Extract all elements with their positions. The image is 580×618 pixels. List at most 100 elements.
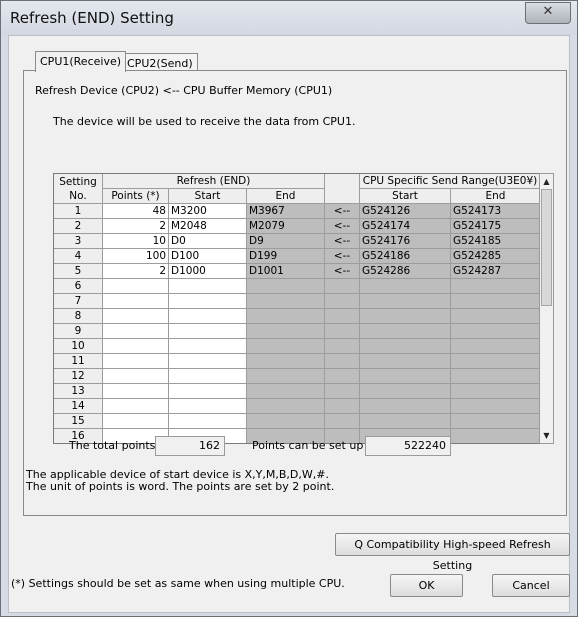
table-scrollbar[interactable]: ▲ ▼ (539, 173, 554, 444)
cell-cpu-end (451, 354, 539, 369)
cell-setting-no: 7 (54, 294, 103, 309)
cell-start[interactable]: D0 (169, 234, 247, 249)
cell-points[interactable] (103, 369, 169, 384)
points-can-set-field: 522240 (365, 436, 451, 456)
cell-start[interactable] (169, 354, 247, 369)
cell-cpu-end (451, 279, 539, 294)
cell-cpu-end (451, 324, 539, 339)
cell-cpu-end: G524173 (451, 204, 539, 219)
header-setting-label: Setting (59, 176, 97, 188)
cell-setting-no: 10 (54, 339, 103, 354)
cell-points[interactable] (103, 354, 169, 369)
cell-start[interactable] (169, 384, 247, 399)
cell-points[interactable]: 100 (103, 249, 169, 264)
cell-arrow (325, 384, 360, 399)
cell-cpu-start (360, 414, 451, 429)
cell-cpu-end (451, 429, 539, 443)
header-start: Start (169, 189, 247, 204)
cell-points[interactable] (103, 399, 169, 414)
cell-start[interactable]: M2048 (169, 219, 247, 234)
cell-end: M2079 (247, 219, 325, 234)
cell-start[interactable] (169, 369, 247, 384)
cell-arrow: <-- (325, 234, 360, 249)
q-compatibility-refresh-button[interactable]: Q Compatibility High-speed Refresh Setti… (335, 533, 570, 572)
header-arrow-blank (325, 174, 360, 204)
cell-points[interactable]: 2 (103, 264, 169, 279)
cell-points[interactable] (103, 294, 169, 309)
refresh-setting-dialog: Refresh (END) Setting ✕ CPU1(Receive) CP… (0, 0, 578, 617)
cell-setting-no: 14 (54, 399, 103, 414)
header-refresh-end-group: Refresh (END) (103, 174, 325, 189)
cell-start[interactable]: M3200 (169, 204, 247, 219)
cell-points[interactable] (103, 309, 169, 324)
cell-cpu-start (360, 324, 451, 339)
cell-points[interactable] (103, 324, 169, 339)
cell-points[interactable]: 48 (103, 204, 169, 219)
cell-end (247, 339, 325, 354)
cell-end (247, 309, 325, 324)
cancel-button[interactable]: Cancel (492, 574, 570, 597)
cell-cpu-start: G524176 (360, 234, 451, 249)
cell-cpu-start (360, 309, 451, 324)
cell-arrow (325, 339, 360, 354)
cell-points[interactable] (103, 339, 169, 354)
cell-points[interactable] (103, 384, 169, 399)
cell-cpu-start (360, 279, 451, 294)
cell-cpu-end (451, 339, 539, 354)
cell-start[interactable] (169, 399, 247, 414)
cell-arrow (325, 399, 360, 414)
cell-setting-no: 15 (54, 414, 103, 429)
unit-of-points-note: The unit of points is word. The points a… (26, 480, 335, 493)
cell-cpu-end: G524185 (451, 234, 539, 249)
cell-start[interactable] (169, 324, 247, 339)
cell-points[interactable]: 2 (103, 219, 169, 234)
cell-setting-no: 4 (54, 249, 103, 264)
cell-setting-no: 3 (54, 234, 103, 249)
cell-start[interactable]: D1000 (169, 264, 247, 279)
ok-button[interactable]: OK (390, 574, 463, 597)
cell-setting-no: 12 (54, 369, 103, 384)
scroll-thumb[interactable] (541, 189, 552, 306)
cell-cpu-end (451, 414, 539, 429)
cell-setting-no: 2 (54, 219, 103, 234)
cell-cpu-end: G524285 (451, 249, 539, 264)
cell-start[interactable]: D100 (169, 249, 247, 264)
cell-start[interactable] (169, 414, 247, 429)
scroll-up-icon[interactable]: ▲ (540, 174, 553, 189)
cell-end: D9 (247, 234, 325, 249)
cell-points[interactable] (103, 279, 169, 294)
cell-setting-no: 6 (54, 279, 103, 294)
cell-end (247, 294, 325, 309)
multiple-cpu-note: (*) Settings should be set as same when … (11, 577, 345, 590)
tab-cpu1-receive[interactable]: CPU1(Receive) (35, 51, 127, 72)
cell-cpu-end: G524175 (451, 219, 539, 234)
scroll-down-icon[interactable]: ▼ (540, 428, 553, 443)
cell-cpu-start (360, 369, 451, 384)
cell-arrow (325, 309, 360, 324)
header-cpu-end: End (451, 189, 539, 204)
cell-points[interactable]: 10 (103, 234, 169, 249)
cell-cpu-end (451, 369, 539, 384)
points-can-set-label: Points can be set up (252, 439, 364, 452)
cell-start[interactable] (169, 339, 247, 354)
cell-points[interactable] (103, 414, 169, 429)
cell-start[interactable] (169, 294, 247, 309)
close-button[interactable]: ✕ (525, 2, 571, 24)
cell-cpu-start: G524126 (360, 204, 451, 219)
cell-arrow: <-- (325, 249, 360, 264)
cell-start[interactable] (169, 309, 247, 324)
cell-arrow (325, 414, 360, 429)
cell-cpu-end (451, 399, 539, 414)
cell-start[interactable] (169, 279, 247, 294)
cell-arrow (325, 354, 360, 369)
cell-end (247, 324, 325, 339)
dialog-client-area: CPU1(Receive) CPU2(Send) Refresh Device … (8, 35, 570, 613)
header-cpu-send-range-group: CPU Specific Send Range(U3E0¥) (360, 174, 539, 189)
cell-end (247, 399, 325, 414)
cell-arrow (325, 324, 360, 339)
header-setting-no: Setting No. (54, 174, 103, 204)
cell-cpu-end (451, 384, 539, 399)
cell-cpu-start: G524174 (360, 219, 451, 234)
cell-arrow: <-- (325, 219, 360, 234)
cell-cpu-start (360, 294, 451, 309)
